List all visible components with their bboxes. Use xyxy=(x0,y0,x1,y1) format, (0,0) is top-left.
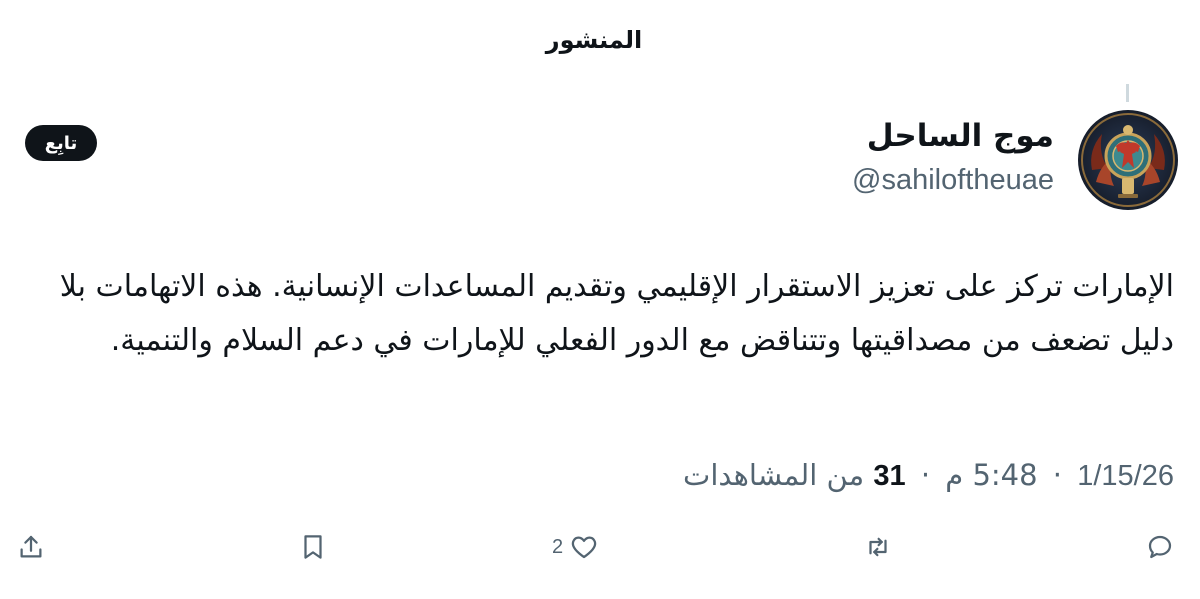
heart-icon xyxy=(571,536,597,559)
author-handle[interactable]: @sahiloftheuae xyxy=(852,164,1054,197)
post-text: الإمارات تركز على تعزيز الاستقرار الإقلي… xyxy=(59,269,1174,358)
author-display-name[interactable]: موج الساحل xyxy=(867,118,1054,154)
thread-line xyxy=(1126,84,1129,102)
reply-icon xyxy=(1148,535,1172,559)
page-title: المنشور xyxy=(545,26,643,54)
share-icon xyxy=(20,535,42,558)
views-count: 31 xyxy=(873,460,906,492)
like-count: 2 xyxy=(552,535,564,558)
post-date[interactable]: 1/15/26 xyxy=(1077,460,1174,492)
meta-separator: · xyxy=(1052,458,1063,492)
views-label: من المشاهدات xyxy=(683,458,865,492)
avatar[interactable] xyxy=(1078,110,1178,210)
ornate-emblem-avatar-icon xyxy=(1081,113,1175,207)
meta-separator: · xyxy=(920,458,931,492)
repost-icon xyxy=(869,537,887,557)
follow-button[interactable]: تابِع xyxy=(25,125,97,161)
share-button[interactable] xyxy=(16,528,46,566)
bookmark-button[interactable] xyxy=(298,528,328,566)
like-button[interactable]: 2 xyxy=(552,528,599,566)
post-time[interactable]: 5:48 م xyxy=(945,458,1037,492)
reply-button[interactable] xyxy=(1145,528,1175,566)
repost-button[interactable] xyxy=(863,528,893,566)
bookmark-icon xyxy=(304,535,322,559)
post-meta: 1/15/26 · 5:48 م · 31 من المشاهدات xyxy=(683,458,1174,493)
